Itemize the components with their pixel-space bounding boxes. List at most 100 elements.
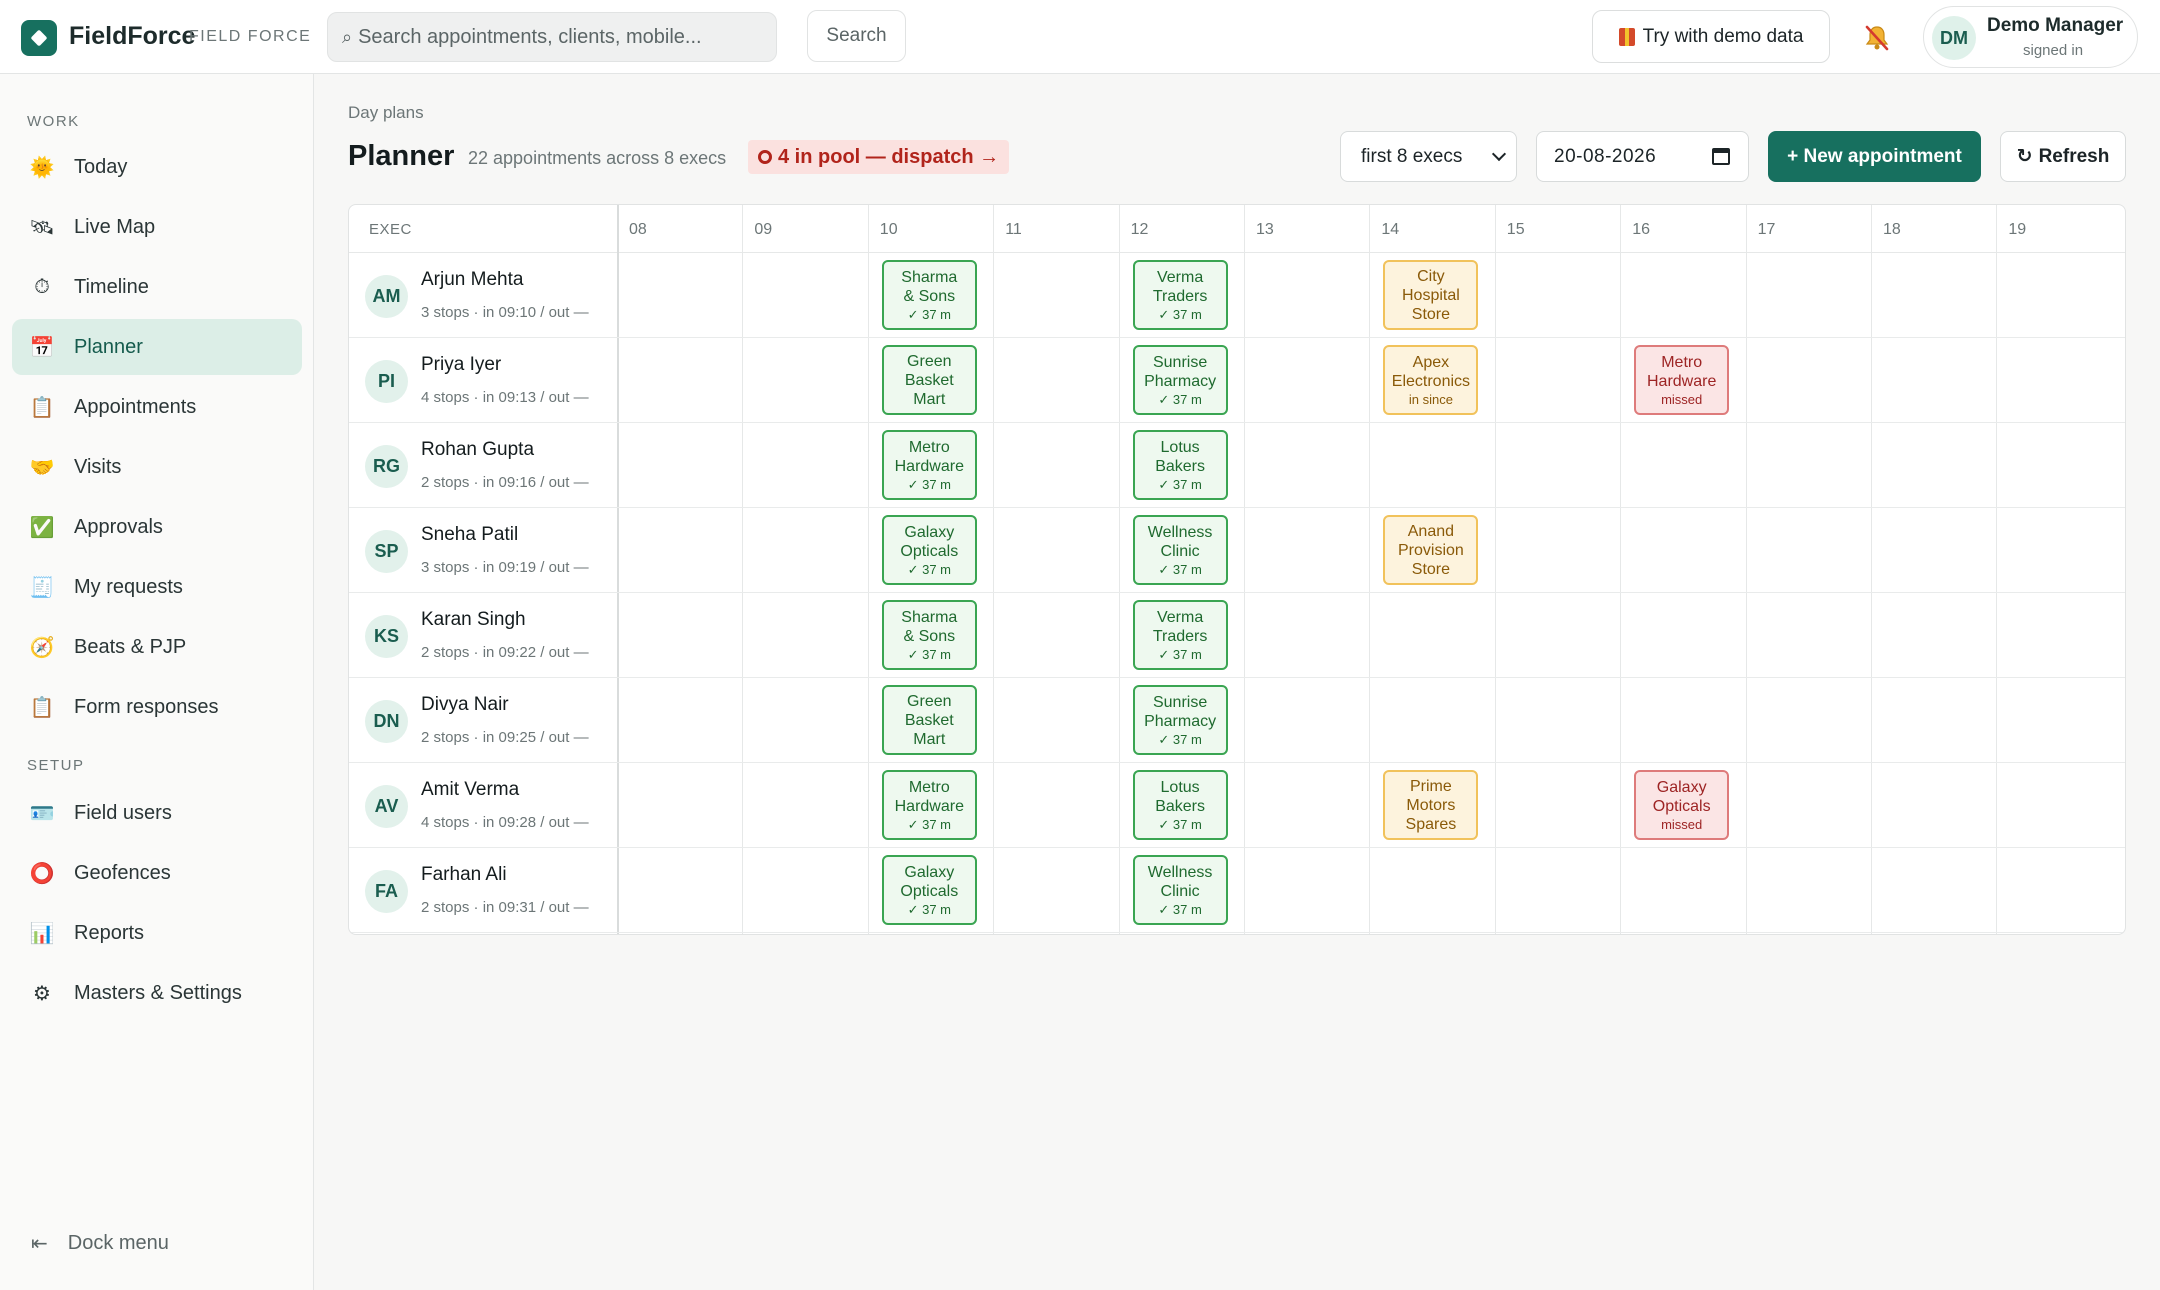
client-name-line: Sunrise [1152, 694, 1208, 711]
client-name-line: Hardware [894, 798, 964, 815]
appointment-client: Sunrise Pharmacy [1144, 353, 1216, 391]
sidebar-item-today[interactable]: 🌞 Today [12, 139, 302, 195]
appointment-card[interactable]: Galaxy Opticals missed [1634, 770, 1730, 840]
receipt-icon: 🧾 [29, 576, 55, 599]
sidebar-item-planner[interactable]: 📅 Planner [12, 319, 302, 375]
sidebar-item-approvals[interactable]: ✅ Approvals [12, 499, 302, 555]
exec-name[interactable]: Farhan Ali [421, 864, 507, 886]
bell-off-icon[interactable] [1862, 22, 1892, 52]
exec-name[interactable]: Priya Iyer [421, 354, 501, 376]
exec-name[interactable]: Arjun Mehta [421, 269, 523, 291]
appointment-card[interactable]: Wellness Clinic ✓ 37 m [1132, 515, 1228, 585]
appointment-card[interactable]: Lotus Bakers ✓ 37 m [1132, 430, 1228, 500]
new-appointment-button[interactable]: + New appointment [1768, 131, 1981, 182]
sidebar-item-form-responses[interactable]: 📋 Form responses [12, 679, 302, 735]
refresh-button[interactable]: ↻ Refresh [2000, 131, 2126, 182]
sidebar-item-visits[interactable]: 🤝 Visits [12, 439, 302, 495]
appointment-status: ✓ 37 m [907, 647, 951, 662]
brand-subtitle: FIELD FORCE [189, 28, 312, 45]
section-label-work: WORK [27, 113, 80, 130]
hour-label-08: 08 [629, 221, 647, 238]
appointment-status: ✓ 37 m [1158, 647, 1202, 662]
sidebar-item-field-users[interactable]: 🪪 Field users [12, 785, 302, 841]
appointment-card[interactable]: Sharma & Sons ✓ 37 m [881, 600, 977, 670]
appointment-card[interactable]: Verma Traders ✓ 37 m [1132, 260, 1228, 330]
section-label-setup: SETUP [27, 757, 85, 774]
demo-data-label: Try with demo data [1642, 25, 1804, 47]
appointment-card[interactable]: Verma Traders ✓ 37 m [1132, 600, 1228, 670]
exec-name[interactable]: Karan Singh [421, 609, 526, 631]
sidebar-item-appointments[interactable]: 📋 Appointments [12, 379, 302, 435]
appointment-card[interactable]: Sunrise Pharmacy ✓ 37 m [1132, 685, 1228, 755]
breadcrumb[interactable]: Day plans [348, 103, 424, 123]
gear-icon: ⚙ [33, 982, 51, 1005]
client-name-line: Sharma [901, 269, 958, 286]
appointment-card[interactable]: Apex Electronics in since [1383, 345, 1479, 415]
appointment-card[interactable]: Metro Hardware ✓ 37 m [881, 770, 977, 840]
appointment-card[interactable]: Green Basket Mart [881, 685, 977, 755]
appointment-client: Sunrise Pharmacy [1144, 693, 1216, 731]
page-title: Planner [348, 140, 455, 172]
exec-name[interactable]: Rohan Gupta [421, 439, 534, 461]
appointment-client: Verma Traders [1153, 268, 1208, 306]
search-button[interactable]: Search [807, 10, 906, 62]
client-name-line: Opticals [1652, 798, 1711, 815]
appointment-card[interactable]: Prime Motors Spares [1383, 770, 1479, 840]
planner-row: KS Karan Singh 2 stops · in 09:22 / out — S… [349, 593, 2125, 678]
appointment-card[interactable]: Sunrise Pharmacy ✓ 37 m [1132, 345, 1228, 415]
exec-name[interactable]: Divya Nair [421, 694, 509, 716]
appointment-card[interactable]: Galaxy Opticals ✓ 37 m [881, 515, 977, 585]
user-menu[interactable]: DM Demo Manager signed in [1923, 6, 2138, 68]
client-name-line: Anand [1407, 522, 1455, 540]
calendar-icon[interactable] [1712, 148, 1730, 165]
appointment-client: Sharma & Sons [901, 268, 957, 306]
client-name-line: & Sons [903, 628, 956, 645]
sidebar-item-beats-pjp[interactable]: 🧭 Beats & PJP [12, 619, 302, 675]
dock-menu-button[interactable]: ⇤ Dock menu [31, 1231, 169, 1256]
demo-data-button[interactable]: Try with demo data [1592, 10, 1830, 63]
id-card-icon: 🪪 [29, 802, 55, 825]
brand-name[interactable]: FieldForce [69, 22, 195, 51]
pool-badge-label: 4 in pool — dispatch → [778, 145, 1000, 168]
appointment-card[interactable]: Anand Provision Store [1383, 515, 1479, 585]
sidebar-item-my-requests[interactable]: 🧾 My requests [12, 559, 302, 615]
sidebar-item-masters-settings[interactable]: ⚙ Masters & Settings [12, 965, 302, 1021]
client-name-line: Prime [1409, 777, 1452, 795]
exec-name[interactable]: Amit Verma [421, 779, 519, 801]
logo-icon[interactable] [21, 20, 57, 56]
exec-filter-select[interactable]: first 8 execs [1340, 131, 1517, 182]
exec-name[interactable]: Sneha Patil [421, 524, 518, 546]
appointment-card[interactable]: Metro Hardware missed [1634, 345, 1730, 415]
planner-row: AV Amit Verma 4 stops · in 09:28 / out — Me… [349, 763, 2125, 848]
appointment-card[interactable]: Green Basket Mart [881, 345, 977, 415]
sidebar-item-reports[interactable]: 📊 Reports [12, 905, 302, 961]
appointment-card[interactable]: Sharma & Sons ✓ 37 m [881, 260, 977, 330]
appointment-client: Anand Provision Store [1398, 522, 1464, 579]
appointment-client: Metro Hardware [895, 778, 964, 816]
appointment-card[interactable]: Metro Hardware ✓ 37 m [881, 430, 977, 500]
date-picker-input[interactable]: 20-08-2026 [1536, 131, 1749, 182]
sidebar-item-label: Reports [74, 921, 145, 944]
page-subtitle: 22 appointments across 8 execs [468, 148, 727, 168]
appointment-card[interactable]: City Hospital Store [1383, 260, 1479, 330]
sun-icon: 🌞 [29, 156, 55, 179]
appointment-card[interactable]: Galaxy Opticals ✓ 37 m [881, 855, 977, 925]
appointment-card[interactable]: Wellness Clinic ✓ 37 m [1132, 855, 1228, 925]
sidebar-item-live-map[interactable]: 🛰 Live Map [12, 199, 302, 255]
appointment-status: ✓ 37 m [1158, 562, 1202, 577]
exec-stops-summary: 2 stops · in 09:25 / out — [421, 729, 589, 746]
planner-grid: EXEC 08 09 10 11 12 13 14 15 16 17 18 19 AM Arjun Me… [348, 204, 2126, 935]
client-name-line: Sharma [901, 609, 958, 626]
hour-label-09: 09 [754, 221, 773, 238]
sidebar-item-label: Approvals [74, 515, 163, 538]
sidebar-item-timeline[interactable]: ⏱ Timeline [12, 259, 302, 315]
appointment-card[interactable]: Lotus Bakers ✓ 37 m [1132, 770, 1228, 840]
pool-dispatch-badge[interactable]: 4 in pool — dispatch → [748, 140, 1010, 174]
hour-label-11: 11 [1005, 221, 1022, 238]
exec-avatar: KS [365, 615, 408, 658]
appointment-status: ✓ 37 m [1158, 732, 1202, 747]
sidebar-item-geofences[interactable]: ⭕ Geofences [12, 845, 302, 901]
client-name-line: Opticals [900, 543, 959, 560]
search-input[interactable]: ⌕ Search appointments, clients, mobile..… [327, 12, 777, 62]
client-name-line: Store [1411, 305, 1451, 323]
